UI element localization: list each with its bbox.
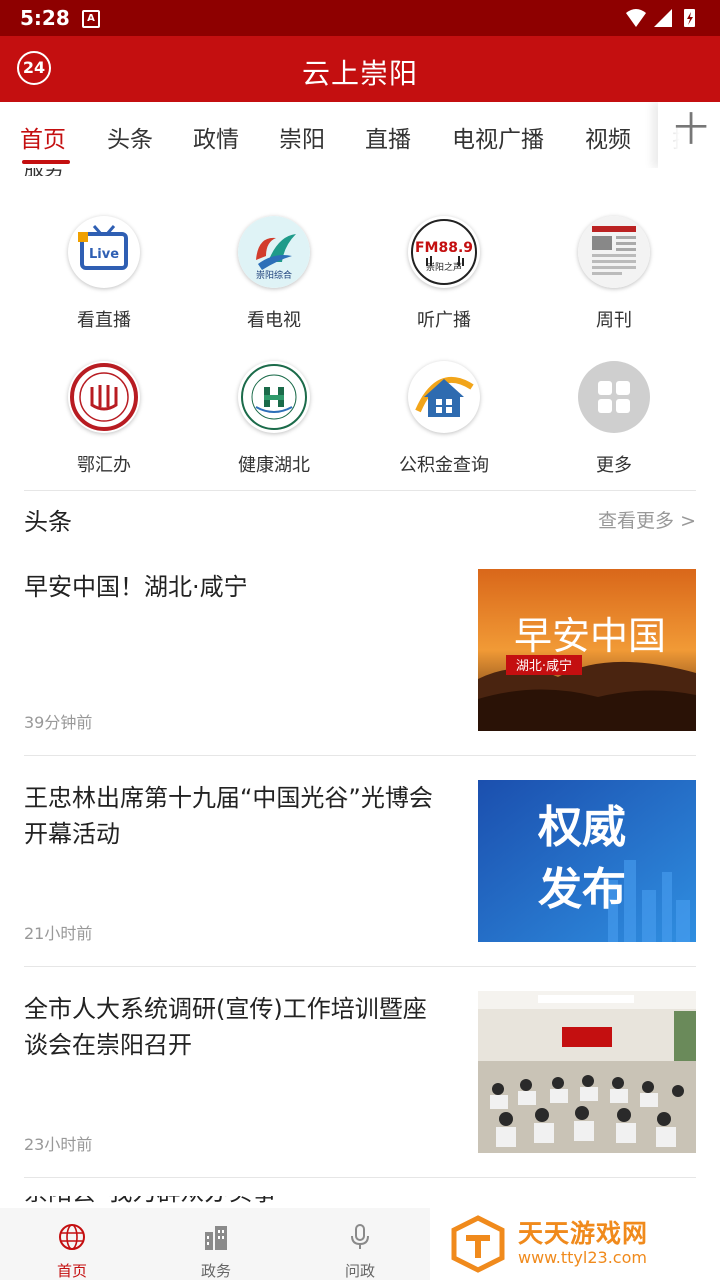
nav-label: 首页 — [56, 1262, 87, 1280]
building-icon — [205, 1226, 227, 1250]
tab-politics[interactable]: 政情 — [193, 120, 239, 154]
view-more-link[interactable]: 查看更多 > — [598, 506, 696, 533]
e-hui-ban-seal-icon — [68, 361, 140, 433]
globe-icon — [59, 1224, 85, 1250]
section-heading-clipped: 服务 — [24, 168, 84, 176]
tab-more-button[interactable]: 十 — [658, 102, 720, 168]
news-time: 23小时前 — [24, 1135, 93, 1154]
shortcut-label: 周刊 — [596, 310, 632, 331]
shortcut-watch-tv[interactable]: 崇阳综合 看电视 — [189, 216, 359, 332]
news-item[interactable]: 全市人大系统调研(宣传)工作培训暨座谈会在崇阳召开 23小时前 — [0, 991, 720, 1201]
svg-text:权威: 权威 — [537, 802, 626, 853]
news-title-partial: 崇阳县“我为群众办实事” — [24, 1196, 444, 1208]
nav-home[interactable]: 首页 — [2, 1208, 142, 1280]
shortcut-housing-fund[interactable]: 公积金查询 — [359, 361, 529, 477]
news-title: 全市人大系统调研(宣传)工作培训暨座谈会在崇阳召开 — [24, 995, 427, 1059]
nav-label: 政务 — [200, 1262, 231, 1280]
health-hubei-seal-icon — [238, 361, 310, 433]
shortcut-weekly[interactable]: 周刊 — [529, 216, 699, 332]
tv-station-logo-icon: 崇阳综合 — [238, 216, 310, 288]
status-bar: 5:28 A — [0, 0, 720, 36]
app-header: 24 云上崇阳 — [0, 36, 720, 102]
nav-label: 问政 — [344, 1262, 375, 1280]
svg-text:早安中国: 早安中国 — [514, 614, 666, 658]
watermark-logo-icon — [451, 1215, 505, 1273]
shortcut-health-hubei[interactable]: 健康湖北 — [189, 361, 359, 477]
shortcut-label: 看直播 — [77, 310, 131, 331]
tab-tv-radio[interactable]: 电视广播 — [452, 120, 544, 154]
signal-icon — [654, 9, 672, 27]
divider — [24, 490, 696, 491]
tab-chongyang[interactable]: 崇阳 — [279, 120, 325, 154]
news-title: 早安中国！湖北·咸宁 — [24, 573, 248, 601]
category-tab-bar: 首页 头条 政情 崇阳 直播 电视广播 视频 扶贫 十 — [0, 102, 720, 168]
shortcut-label: 健康湖北 — [238, 455, 310, 476]
newspaper-icon — [578, 216, 650, 288]
nav-government[interactable]: 政务 — [146, 1208, 286, 1280]
app-title: 云上崇阳 — [301, 57, 418, 90]
section-title-headlines: 头条 — [24, 508, 72, 536]
notification-icon: A — [82, 10, 100, 28]
nav-inquiry[interactable]: 问政 — [290, 1208, 430, 1280]
shortcut-label: 公积金查询 — [399, 455, 489, 476]
more-grid-icon — [578, 361, 650, 433]
news-time: 21小时前 — [24, 924, 93, 943]
news-item[interactable]: 王忠林出席第十九届“中国光谷”光博会开幕活动 21小时前 权威 发布 — [0, 780, 720, 990]
shortcut-label: 看电视 — [247, 310, 301, 331]
shortcut-label: 鄂汇办 — [77, 455, 131, 476]
wifi-icon — [626, 9, 646, 27]
watermark-title: 天天游戏网 — [518, 1219, 649, 1248]
news-thumbnail: 权威 发布 — [478, 780, 696, 942]
tab-live[interactable]: 直播 — [365, 120, 411, 154]
divider — [24, 755, 696, 756]
news-title: 王忠林出席第十九届“中国光谷”光博会开幕活动 — [24, 784, 433, 848]
shortcut-more[interactable]: 更多 — [529, 361, 699, 477]
news-thumbnail: 早安中国 湖北·咸宁 — [478, 569, 696, 731]
shortcut-label: 听广播 — [417, 310, 471, 331]
plus-icon: 十 — [674, 110, 708, 150]
svg-text:发布: 发布 — [538, 864, 626, 915]
watermark-url: www.ttyl23.com — [518, 1248, 647, 1267]
svg-text:湖北·咸宁: 湖北·咸宁 — [516, 658, 572, 674]
svg-text:FM88.9: FM88.9 — [415, 240, 473, 256]
shortcut-listen-radio[interactable]: FM88.9 崇阳之声 听广播 — [359, 216, 529, 332]
microphone-icon — [351, 1224, 369, 1249]
live-tv-icon: Live — [68, 216, 140, 288]
news-time: 39分钟前 — [24, 713, 93, 732]
watermark-overlay: 天天游戏网 www.ttyl23.com — [430, 1208, 720, 1280]
radio-fm-icon: FM88.9 崇阳之声 — [408, 216, 480, 288]
svg-text:崇阳综合: 崇阳综合 — [256, 269, 292, 281]
divider — [24, 966, 696, 967]
status-time: 5:28 — [20, 6, 70, 30]
divider — [24, 1177, 696, 1178]
tab-video[interactable]: 视频 — [585, 120, 631, 154]
active-tab-indicator — [22, 160, 70, 164]
news-thumbnail — [478, 991, 696, 1153]
tab-home[interactable]: 首页 — [20, 120, 66, 154]
shortcut-e-hui-ban[interactable]: 鄂汇办 — [19, 361, 189, 477]
bottom-navigation: 首页 政务 问政 — [0, 1208, 430, 1280]
tab-headlines[interactable]: 头条 — [107, 120, 153, 154]
house-fund-icon — [408, 361, 480, 433]
status-icons — [626, 9, 695, 27]
news-item[interactable]: 早安中国！湖北·咸宁 39分钟前 早安中国 湖北·咸宁 — [0, 569, 720, 779]
shortcut-label: 更多 — [596, 455, 632, 476]
svg-text:Live: Live — [89, 247, 119, 262]
shortcut-watch-live[interactable]: Live 看直播 — [19, 216, 189, 332]
